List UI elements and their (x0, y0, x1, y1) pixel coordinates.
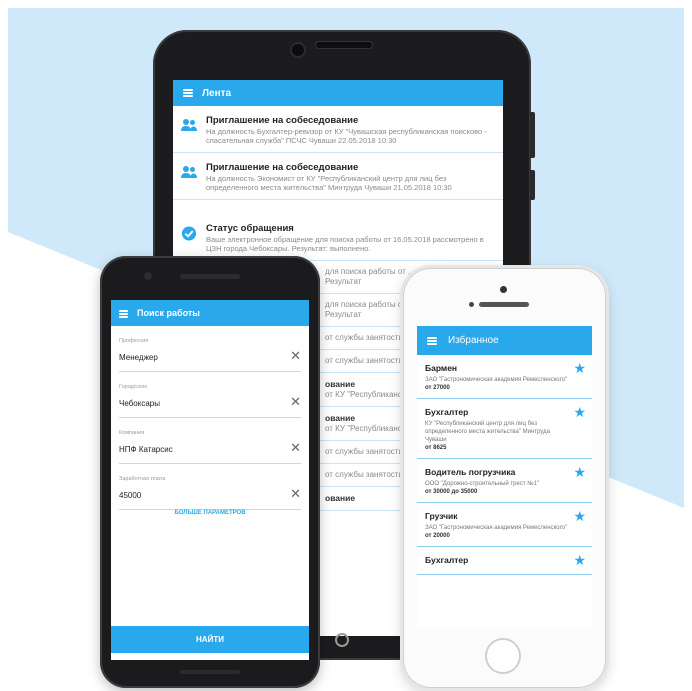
iphone-sensor (469, 302, 474, 307)
iphone-home-button[interactable] (485, 638, 521, 674)
salary: от 27000 (425, 385, 450, 391)
android-speaker (180, 274, 240, 279)
feed-item-body: На должность Экономист от КУ "Республика… (206, 174, 452, 192)
star-icon[interactable]: ★ (573, 405, 586, 419)
favorite-item[interactable]: Бухгалтер ★ (417, 547, 592, 575)
feed-item-body: На должность Бухгалтер-ревизор от КУ "Чу… (206, 127, 487, 145)
salary: от 8625 (425, 445, 447, 451)
android-phone: Поиск работы Профессия Менеджер ✕ Город/… (100, 256, 320, 688)
tablet-header-title: Лента (202, 87, 232, 99)
job-title: Грузчик (425, 511, 458, 521)
favorite-item[interactable]: Водитель погрузчика ООО "Дорожно-строите… (417, 459, 592, 503)
iphone-camera (500, 286, 507, 293)
star-icon[interactable]: ★ (573, 465, 586, 479)
iphone-device: Избранное Бармен ЗАО "Гастрономическая а… (403, 268, 606, 688)
salary: от 30000 до 35000 (425, 489, 478, 495)
tablet-side-button[interactable] (530, 112, 535, 158)
employer: ЗАО "Гастрономическая академия Ремесленс… (425, 525, 568, 531)
star-icon[interactable]: ★ (573, 553, 586, 567)
profession-field[interactable]: Профессия Менеджер ✕ (119, 326, 301, 372)
android-screen: Поиск работы Профессия Менеджер ✕ Город/… (111, 300, 309, 660)
iphone-app-bar: Избранное (417, 326, 592, 355)
field-label: Город/село (119, 384, 148, 390)
tablet-speaker (316, 42, 372, 48)
job-title: Бухгалтер (425, 407, 469, 417)
tablet-side-button[interactable] (530, 170, 535, 200)
favorite-item[interactable]: Грузчик ЗАО "Гастрономическая академия Р… (417, 503, 592, 547)
clear-icon[interactable]: ✕ (290, 349, 301, 362)
android-app-bar: Поиск работы (111, 300, 309, 326)
tablet-camera (292, 44, 304, 56)
clear-icon[interactable]: ✕ (290, 395, 301, 408)
star-icon[interactable]: ★ (573, 361, 586, 375)
tablet-home-button[interactable] (335, 633, 349, 647)
favorites-list: Бармен ЗАО "Гастрономическая академия Ре… (417, 355, 592, 575)
menu-icon[interactable] (183, 89, 193, 97)
city-field[interactable]: Город/село Чебоксары ✕ (119, 372, 301, 418)
job-title: Бухгалтер (425, 555, 469, 565)
people-icon (181, 166, 197, 178)
field-value[interactable]: Менеджер (119, 353, 158, 362)
feed-item[interactable]: Статус обращения Ваше электронное обраще… (173, 214, 503, 261)
menu-icon[interactable] (427, 336, 437, 345)
field-label: Заработная плата (119, 476, 166, 482)
employer: ООО "Дорожно-строительный трест №1" (425, 481, 540, 487)
salary: от 20000 (425, 533, 450, 539)
feed-item[interactable]: Приглашение на собеседование На должност… (173, 106, 503, 153)
android-bottom-speaker (180, 670, 240, 674)
feed-item-title: Приглашение на собеседование (206, 115, 359, 126)
company-field[interactable]: Компания НПФ Катарсис ✕ (119, 418, 301, 464)
android-camera (144, 272, 152, 280)
feed-item-title: Приглашение на собеседование (206, 162, 359, 173)
field-value[interactable]: НПФ Катарсис (119, 445, 173, 454)
tablet-app-bar: Лента (173, 80, 503, 106)
more-parameters-link[interactable]: БОЛЬШЕ ПАРАМЕТРОВ (111, 510, 309, 516)
iphone-speaker (479, 302, 529, 307)
field-value[interactable]: 45000 (119, 491, 141, 500)
employer: КУ "Республиканский центр для лиц без оп… (425, 421, 550, 443)
job-title: Бармен (425, 363, 458, 373)
iphone-header-title: Избранное (448, 335, 499, 346)
favorite-item[interactable]: Бухгалтер КУ "Республиканский центр для … (417, 399, 592, 459)
job-title: Водитель погрузчика (425, 467, 516, 477)
feed-item[interactable]: Приглашение на собеседование На должност… (173, 153, 503, 200)
clear-icon[interactable]: ✕ (290, 487, 301, 500)
field-value[interactable]: Чебоксары (119, 399, 160, 408)
android-header-title: Поиск работы (137, 308, 200, 318)
favorite-item[interactable]: Бармен ЗАО "Гастрономическая академия Ре… (417, 355, 592, 399)
menu-icon[interactable] (119, 309, 128, 318)
field-label: Компания (119, 430, 145, 436)
star-icon[interactable]: ★ (573, 509, 586, 523)
feed-item-title: Статус обращения (206, 223, 294, 234)
check-circle-icon (181, 226, 197, 241)
field-label: Профессия (119, 338, 149, 344)
salary-field[interactable]: Заработная плата 45000 ✕ (119, 464, 301, 510)
job-search-form: Профессия Менеджер ✕ Город/село Чебоксар… (111, 326, 309, 510)
feed-item-body: Ваше электронное обращение для поиска ра… (206, 235, 484, 253)
iphone-screen: Избранное Бармен ЗАО "Гастрономическая а… (417, 326, 592, 628)
employer: ЗАО "Гастрономическая академия Ремесленс… (425, 377, 568, 383)
find-button[interactable]: НАЙТИ (111, 626, 309, 653)
people-icon (181, 119, 197, 131)
clear-icon[interactable]: ✕ (290, 441, 301, 454)
